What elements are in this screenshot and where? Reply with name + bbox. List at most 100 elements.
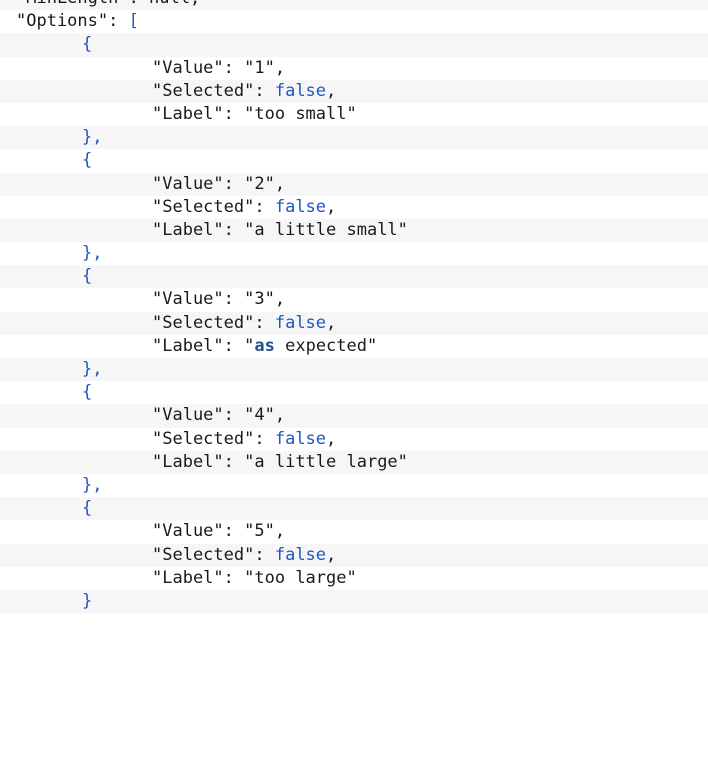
option-5-selected-value: false xyxy=(274,544,327,565)
value-key: "Value" xyxy=(152,405,224,426)
option-2-label: "a little small" xyxy=(244,219,408,240)
option-3-close: }, xyxy=(0,358,708,382)
colon: : xyxy=(254,80,275,101)
option-5-value: "5" xyxy=(244,521,275,542)
option-1-label-line: "Label": "too small" xyxy=(0,102,708,127)
label-key: "Label" xyxy=(152,103,224,124)
option-3-label-prefix: " xyxy=(244,335,255,356)
brace-close: }, xyxy=(82,127,103,148)
brace-open: { xyxy=(82,382,93,403)
option-4-close: }, xyxy=(0,473,708,498)
code-line-options-key: "Options": [ xyxy=(0,10,708,34)
option-2-value-line: "Value": "2", xyxy=(0,172,708,196)
label-key: "Label" xyxy=(152,451,224,472)
option-5-close-partial: } xyxy=(0,589,708,614)
option-3-value-line: "Value": "3", xyxy=(0,288,708,312)
option-5-label: "too large" xyxy=(244,567,357,588)
value-key: "Value" xyxy=(152,57,224,78)
colon: : xyxy=(254,312,275,333)
option-5-selected-line: "Selected": false, xyxy=(0,543,708,567)
comma: , xyxy=(274,405,286,426)
json-code-viewer: "MinLength": null, "Options": [ { "Value… xyxy=(0,0,708,782)
colon: : xyxy=(223,567,245,588)
option-4-label-line: "Label": "a little large" xyxy=(0,450,708,474)
selected-key: "Selected" xyxy=(152,428,255,449)
option-5-value-line: "Value": "5", xyxy=(0,520,708,544)
comma: , xyxy=(326,428,337,449)
brace-close: }, xyxy=(82,243,103,264)
comma: , xyxy=(274,173,286,194)
option-1-label: "too small" xyxy=(244,103,357,124)
option-4-value: "4" xyxy=(244,405,275,426)
colon: : xyxy=(223,451,245,472)
option-5-open: { xyxy=(0,497,708,521)
option-3-label-line: "Label": "as expected" xyxy=(0,334,708,358)
option-1-open: { xyxy=(0,33,708,57)
label-key: "Label" xyxy=(152,335,224,356)
option-2-label-line: "Label": "a little small" xyxy=(0,218,708,243)
colon: : xyxy=(254,196,275,217)
option-5-label-line: "Label": "too large" xyxy=(0,566,708,590)
comma: , xyxy=(326,80,337,101)
option-2-value: "2" xyxy=(244,173,275,194)
code-lines: "MinLength": null, "Options": [ { "Value… xyxy=(0,0,708,614)
label-key: "Label" xyxy=(152,219,224,240)
code-line-minlength: "MinLength": null, xyxy=(0,0,708,11)
brace-open: { xyxy=(82,266,93,287)
colon: : xyxy=(223,289,245,310)
option-4-selected-line: "Selected": false, xyxy=(0,427,708,451)
option-2-selected-line: "Selected": false, xyxy=(0,195,708,219)
minlength-partial-text: "MinLength": null, xyxy=(16,0,200,8)
label-key: "Label" xyxy=(152,567,224,588)
colon: : xyxy=(223,57,245,78)
brace-close: } xyxy=(82,590,93,611)
brace-close: }, xyxy=(82,359,103,379)
option-3-open: { xyxy=(0,265,708,289)
option-3-label-suffix: expected" xyxy=(274,335,378,356)
option-1-selected-value: false xyxy=(274,80,327,101)
option-1-selected-line: "Selected": false, xyxy=(0,79,708,103)
option-1-value-line: "Value": "1", xyxy=(0,56,708,80)
comma: , xyxy=(326,544,337,565)
colon: : xyxy=(223,173,245,194)
colon: : xyxy=(223,335,245,356)
option-3-value: "3" xyxy=(244,289,275,310)
comma: , xyxy=(274,57,286,78)
options-array-open: [ xyxy=(128,11,139,32)
option-3-label-highlighted-word: as xyxy=(254,335,275,356)
comma: , xyxy=(326,196,337,217)
option-4-label: "a little large" xyxy=(244,451,408,472)
value-key: "Value" xyxy=(152,521,224,542)
option-3-selected-line: "Selected": false, xyxy=(0,311,708,335)
option-2-close: }, xyxy=(0,242,708,266)
selected-key: "Selected" xyxy=(152,196,255,217)
comma: , xyxy=(274,521,286,542)
colon: : xyxy=(223,219,245,240)
option-4-value-line: "Value": "4", xyxy=(0,404,708,428)
colon: : xyxy=(108,11,129,32)
brace-open: { xyxy=(82,150,93,171)
selected-key: "Selected" xyxy=(152,544,255,565)
comma: , xyxy=(326,312,337,333)
option-4-selected-value: false xyxy=(274,428,327,449)
option-2-selected-value: false xyxy=(274,196,327,217)
colon: : xyxy=(254,428,275,449)
selected-key: "Selected" xyxy=(152,80,255,101)
value-key: "Value" xyxy=(152,173,224,194)
option-3-selected-value: false xyxy=(274,312,327,333)
option-1-value: "1" xyxy=(244,57,275,78)
option-2-open: { xyxy=(0,149,708,173)
value-key: "Value" xyxy=(152,289,224,310)
selected-key: "Selected" xyxy=(152,312,255,333)
comma: , xyxy=(274,289,286,310)
option-1-close: }, xyxy=(0,126,708,150)
brace-open: { xyxy=(82,498,93,519)
option-4-open: { xyxy=(0,381,708,405)
colon: : xyxy=(223,103,245,124)
brace-open: { xyxy=(82,34,93,55)
brace-close: }, xyxy=(82,474,103,495)
colon: : xyxy=(223,521,245,542)
options-key: "Options" xyxy=(16,11,109,32)
colon: : xyxy=(254,544,275,565)
colon: : xyxy=(223,405,245,426)
